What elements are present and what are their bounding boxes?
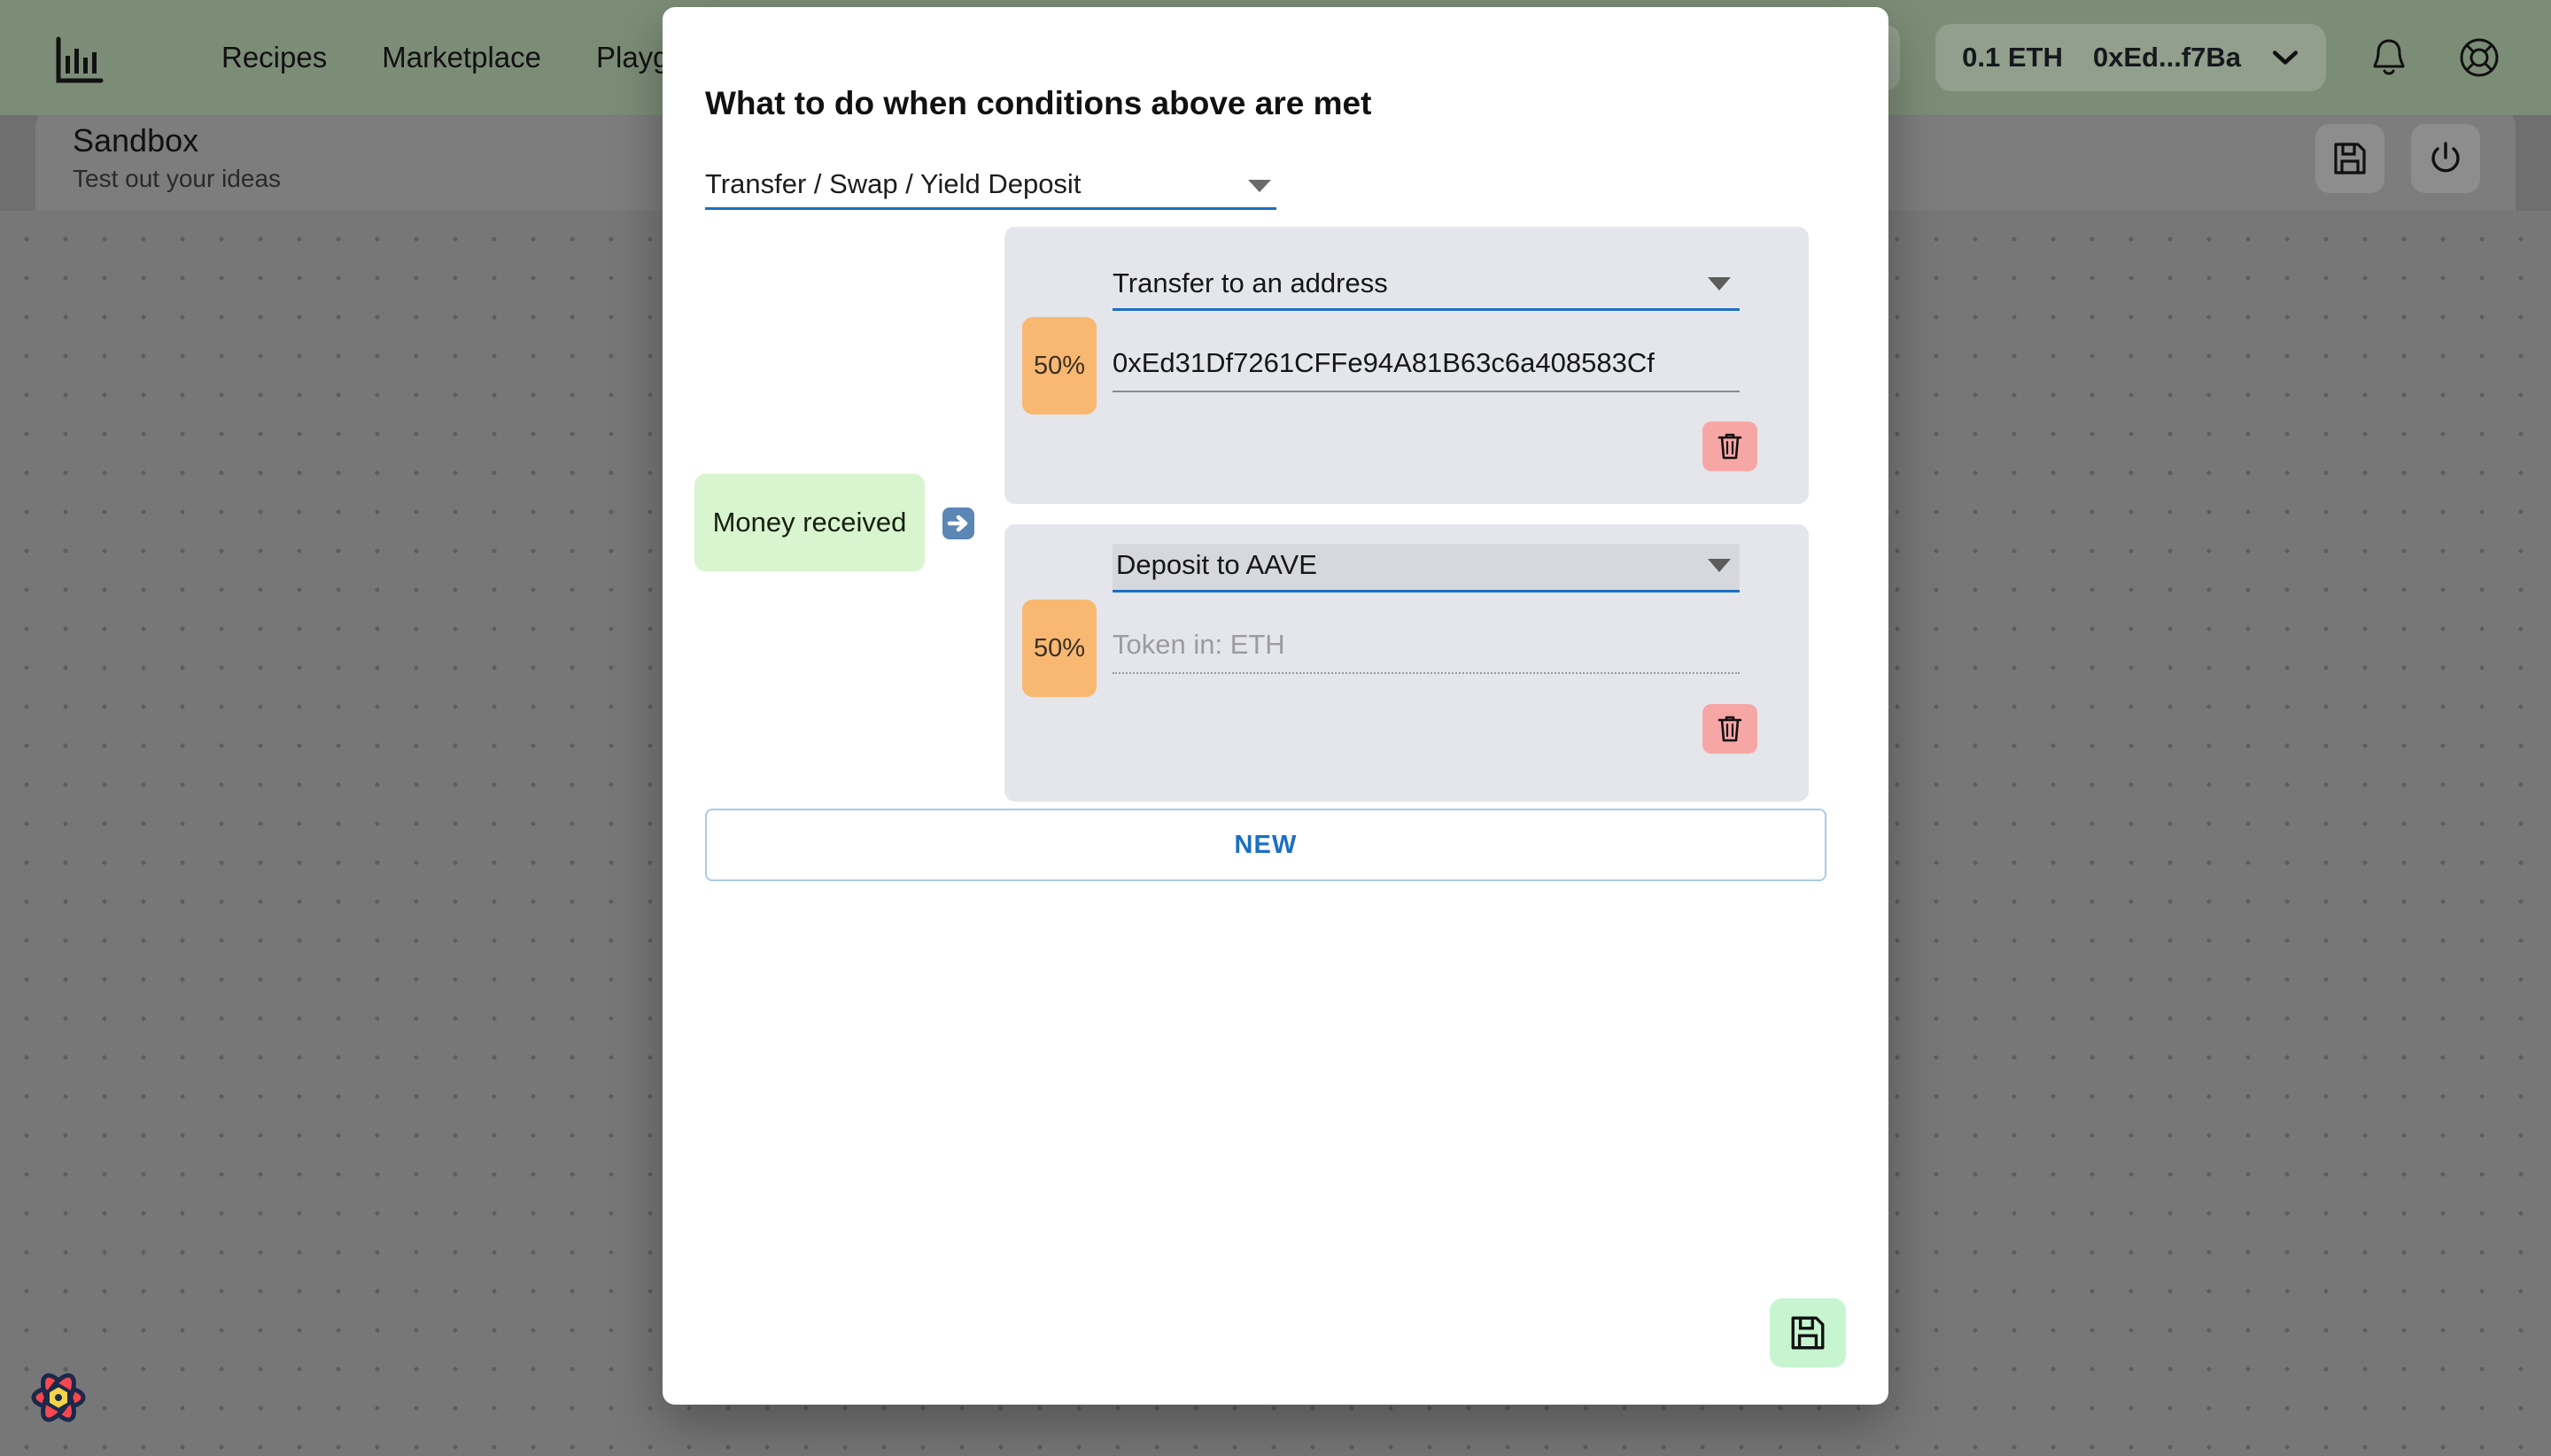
- action-select[interactable]: Transfer to an address: [1113, 262, 1740, 311]
- page-subtitle: Test out your ideas: [73, 165, 282, 193]
- page-header-titles: Sandbox Test out your ideas: [73, 122, 281, 193]
- caret-down-icon: [1708, 277, 1731, 290]
- bar-chart-logo-icon[interactable]: [51, 29, 108, 86]
- lifebuoy-icon[interactable]: [2452, 30, 2507, 85]
- action-card: 50% Transfer to an address: [1004, 227, 1809, 504]
- action-select-value: Deposit to AAVE: [1116, 549, 1317, 580]
- power-icon: [2431, 142, 2460, 173]
- delete-action-button[interactable]: [1702, 422, 1757, 471]
- floppy-disk-icon: [2334, 143, 2366, 174]
- trash-icon: [1717, 716, 1742, 742]
- modal-title: What to do when conditions above are met: [705, 85, 1372, 121]
- atom-icon[interactable]: [25, 1364, 92, 1431]
- action-card-fields: Transfer to an address: [1113, 262, 1740, 392]
- trigger-node-label: Money received: [712, 507, 907, 538]
- action-select[interactable]: Deposit to AAVE: [1113, 544, 1740, 592]
- floppy-disk-icon: [1791, 1316, 1825, 1350]
- percent-allocation-value: 50%: [1033, 633, 1086, 662]
- nav-link-marketplace[interactable]: Marketplace: [382, 41, 541, 74]
- percent-allocation-chip[interactable]: 50%: [1022, 600, 1097, 697]
- caret-down-icon: [1248, 180, 1271, 192]
- action-select-value: Transfer to an address: [1113, 267, 1388, 298]
- trigger-node-money-received[interactable]: Money received: [694, 474, 925, 571]
- app-root: Recipes Marketplace Playground 0.1 ETH 0…: [0, 0, 2551, 1456]
- token-in-input[interactable]: [1113, 624, 1740, 674]
- action-type-select[interactable]: Transfer / Swap / Yield Deposit: [705, 168, 1276, 210]
- action-type-select-value: Transfer / Swap / Yield Deposit: [705, 168, 1082, 199]
- trash-icon: [1717, 433, 1742, 460]
- caret-down-icon: [1708, 559, 1731, 572]
- bell-icon[interactable]: [2361, 30, 2416, 85]
- wallet-address: 0xEd...f7Ba: [2092, 42, 2241, 73]
- action-config-modal: What to do when conditions above are met…: [663, 7, 1888, 1405]
- chevron-down-icon: [2272, 50, 2299, 65]
- wallet-balance: 0.1 ETH: [1962, 42, 2063, 73]
- wallet-chip[interactable]: 0.1 ETH 0xEd...f7Ba: [1935, 24, 2326, 91]
- modal-save-button[interactable]: [1770, 1298, 1846, 1367]
- percent-allocation-chip[interactable]: 50%: [1022, 317, 1097, 414]
- action-card-fields: Deposit to AAVE: [1113, 544, 1740, 674]
- arrow-right-icon: [942, 507, 975, 540]
- new-action-button[interactable]: NEW: [705, 809, 1826, 881]
- nav-link-recipes[interactable]: Recipes: [221, 41, 327, 74]
- header-save-button[interactable]: [2315, 124, 2384, 193]
- delete-action-button[interactable]: [1702, 704, 1757, 754]
- header-power-button[interactable]: [2411, 124, 2480, 193]
- page-header-actions: [2315, 124, 2480, 193]
- action-card: 50% Deposit to AAVE: [1004, 524, 1809, 802]
- percent-allocation-value: 50%: [1033, 351, 1086, 380]
- page-title: Sandbox: [73, 121, 199, 159]
- recipient-address-input[interactable]: [1113, 343, 1740, 392]
